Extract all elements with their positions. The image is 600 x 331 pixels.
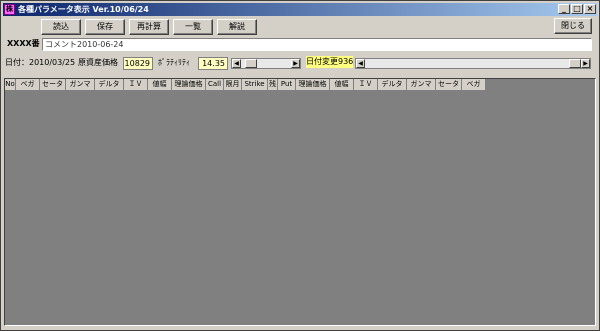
maximize-button[interactable]: □: [571, 4, 583, 14]
volatility-label: ﾎﾞﾗﾃｨﾘﾃｨ: [158, 58, 190, 67]
column-header[interactable]: セータ: [436, 79, 462, 91]
date-change-label: 日付変更936: [306, 56, 354, 68]
column-header[interactable]: 限月: [224, 79, 242, 91]
grid-header: No ベガ セータ ガンマ デルタ ＩＶ 値幅 理論価格 Call 限月 Strike 残 Put 理論価…: [5, 79, 486, 91]
comment-field[interactable]: コメント2010-06-24: [42, 38, 592, 51]
date-label: 日付：2010/03/25: [5, 58, 76, 67]
underlying-price-field[interactable]: 10829: [123, 57, 153, 70]
recalculate-button[interactable]: 再計算: [129, 19, 169, 35]
column-header[interactable]: 理論価格: [296, 79, 330, 91]
save-button[interactable]: 保存: [85, 19, 125, 35]
main-window: 株 各種パラメータ表示 Ver.10/06/24 _ □ × 読込 保存 再計算…: [0, 0, 600, 331]
column-header[interactable]: 値幅: [148, 79, 172, 91]
volatility-field[interactable]: 14.35: [198, 57, 228, 70]
column-header[interactable]: 理論価格: [172, 79, 206, 91]
scroll-left-icon[interactable]: ◀: [232, 59, 241, 68]
volatility-scrollbar[interactable]: ◀ ▶: [231, 58, 301, 69]
title-bar[interactable]: 株 各種パラメータ表示 Ver.10/06/24 _ □ ×: [3, 3, 597, 16]
close-button[interactable]: 閉じる: [554, 18, 592, 34]
column-header[interactable]: Call: [206, 79, 224, 91]
scroll-left-icon[interactable]: ◀: [356, 59, 365, 68]
column-header[interactable]: ＩＶ: [354, 79, 378, 91]
parameter-grid[interactable]: No ベガ セータ ガンマ デルタ ＩＶ 値幅 理論価格 Call 限月 Strike 残 Put 理論価…: [4, 78, 596, 326]
close-window-button[interactable]: ×: [584, 4, 596, 14]
column-header[interactable]: ベガ: [16, 79, 40, 91]
minimize-button[interactable]: _: [558, 4, 570, 14]
load-button[interactable]: 読込: [41, 19, 81, 35]
column-header[interactable]: Put: [278, 79, 296, 91]
underlying-price-label: 原資産価格: [78, 58, 118, 67]
column-header[interactable]: デルタ: [378, 79, 407, 91]
explain-button[interactable]: 解説: [217, 19, 257, 35]
column-header[interactable]: Strike: [242, 79, 268, 91]
scroll-thumb[interactable]: [245, 59, 257, 68]
scroll-right-icon[interactable]: ▶: [291, 59, 300, 68]
code-label: XXXX番: [7, 39, 40, 48]
column-header[interactable]: デルタ: [95, 79, 124, 91]
date-scrollbar[interactable]: ◀ ▶: [355, 58, 591, 69]
column-header[interactable]: 値幅: [330, 79, 354, 91]
column-header[interactable]: ベガ: [462, 79, 486, 91]
app-icon: 株: [4, 4, 15, 15]
column-header[interactable]: ガンマ: [66, 79, 95, 91]
column-header[interactable]: ＩＶ: [124, 79, 148, 91]
column-header[interactable]: 残: [268, 79, 278, 91]
column-header[interactable]: No: [5, 79, 16, 91]
window-title: 各種パラメータ表示 Ver.10/06/24: [18, 5, 149, 14]
scroll-thumb[interactable]: [569, 59, 581, 68]
column-header[interactable]: ガンマ: [407, 79, 436, 91]
column-header[interactable]: セータ: [40, 79, 66, 91]
list-button[interactable]: 一覧: [173, 19, 213, 35]
scroll-right-icon[interactable]: ▶: [581, 59, 590, 68]
